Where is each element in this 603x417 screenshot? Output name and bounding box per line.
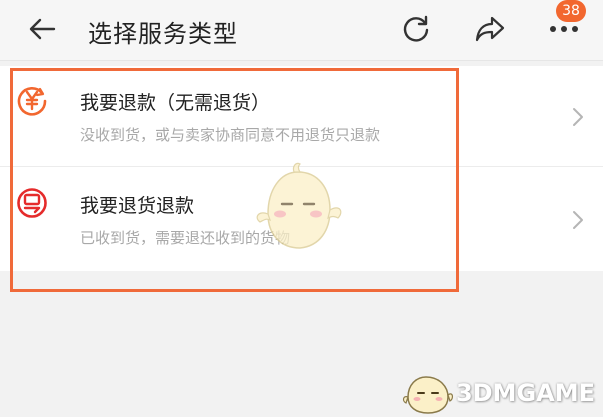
share-icon (475, 16, 505, 42)
chevron-right-icon (573, 108, 583, 126)
brand-watermark: 3DMGAME (402, 373, 595, 414)
return-goods-icon (17, 188, 47, 218)
page-title: 选择服务类型 (88, 20, 238, 48)
chevron-right-icon (573, 211, 583, 229)
refresh-button[interactable] (398, 11, 434, 47)
mascot-logo-icon (402, 376, 453, 414)
top-app-bar: 选择服务类型 38 (0, 0, 603, 61)
refund-only-option[interactable]: 我要退款（无需退货） 没收到货，或与卖家协商同意不用退货只退款 (0, 66, 603, 167)
arrow-left-icon (29, 18, 56, 40)
mascot-watermark-icon (256, 162, 342, 249)
service-type-screen: 选择服务类型 38 我要退款（无需退货） 没收到货，或与卖家协商同意不用退货只退… (0, 0, 603, 417)
share-button[interactable] (472, 11, 508, 47)
yuan-refund-icon (17, 87, 47, 116)
option-description: 没收到货，或与卖家协商同意不用退货只退款 (80, 126, 381, 144)
notification-badge: 38 (556, 0, 586, 22)
brand-text: 3DMGAME (455, 379, 595, 407)
option-title: 我要退款（无需退货） (80, 92, 271, 114)
refresh-icon (403, 15, 429, 42)
back-button[interactable] (24, 11, 60, 47)
option-title: 我要退货退款 (80, 195, 195, 217)
more-dots-icon (550, 26, 578, 32)
